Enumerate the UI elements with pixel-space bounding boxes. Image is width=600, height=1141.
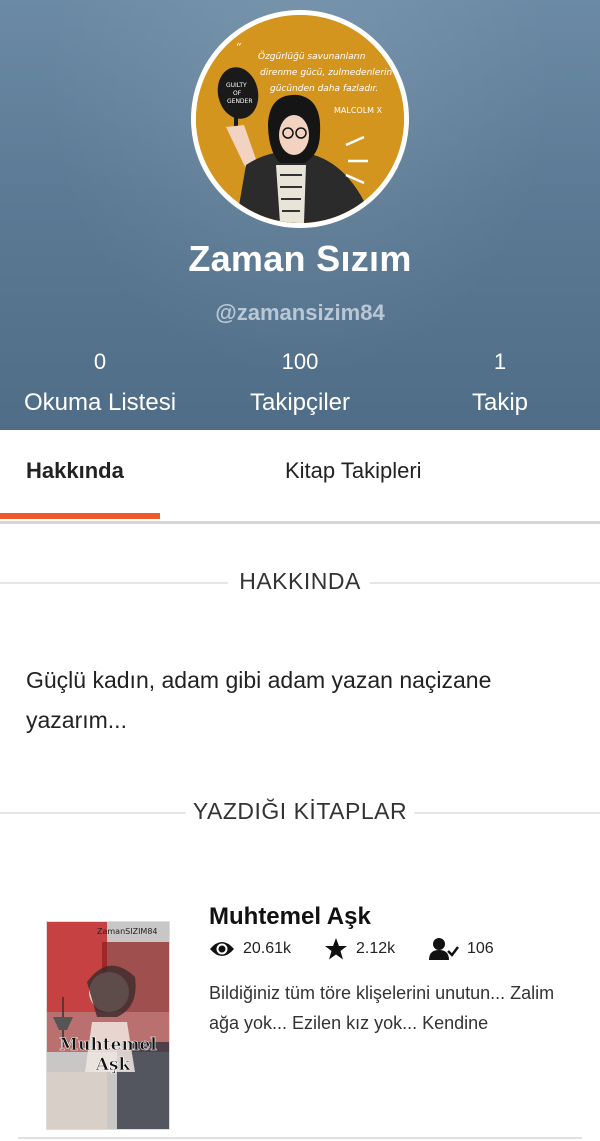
avatar[interactable]: “ Özgürlüğü savunanların direnme gücü, z…: [191, 10, 409, 228]
about-text: Güçlü kadın, adam gibi adam yazan naçiza…: [26, 667, 492, 733]
votes-count: 2.12k: [356, 940, 396, 957]
stat-label: Okuma Listesi: [23, 389, 177, 416]
tabs-divider: [0, 521, 600, 524]
svg-text:“: “: [236, 41, 242, 54]
book-cover-title-line2: Aşk: [95, 1055, 132, 1075]
stat-followers[interactable]: 100 Takipçiler: [200, 348, 400, 418]
book-description: Bildiğiniz tüm töre klişelerini unutun..…: [209, 983, 555, 1033]
star-icon: [325, 938, 347, 960]
avatar-quote-line1: Özgürlüğü savunanların: [258, 51, 366, 62]
book-title[interactable]: Muhtemel Aşk: [209, 903, 371, 931]
list-divider: [18, 1137, 582, 1139]
book-cover[interactable]: ZamanSIZIM84 Muhtemel Aşk: [47, 922, 169, 1129]
divider-right: [370, 582, 600, 584]
svg-text:OF: OF: [233, 90, 242, 97]
display-name: Zaman Sızım: [188, 238, 412, 279]
divider-right: [414, 812, 600, 814]
username: @zamansizim84: [215, 300, 385, 325]
tab-book-follows[interactable]: Kitap Takipleri: [285, 458, 422, 484]
stat-label: Takip: [471, 389, 529, 416]
avatar-author: MALCOLM X: [334, 106, 383, 115]
profile-header: “ Özgürlüğü savunanların direnme gücü, z…: [0, 0, 600, 430]
stat-reading-lists[interactable]: 0 Okuma Listesi: [0, 348, 200, 418]
stat-value: 100: [281, 349, 319, 374]
books-section-header: YAZDIĞI KİTAPLAR: [0, 798, 600, 828]
avatar-quote-line3: gücünden daha fazladır.: [270, 84, 378, 94]
votes-stat: 2.12k: [324, 935, 395, 963]
eye-icon: [210, 942, 234, 956]
svg-text:GENDER: GENDER: [227, 98, 253, 105]
stat-value: 1: [493, 349, 507, 374]
stat-label: Takipçiler: [249, 389, 351, 416]
user-check-icon: [429, 938, 459, 960]
reads-stat: 20.61k: [209, 935, 291, 963]
avatar-sign: GUILTY: [226, 82, 247, 89]
stat-value: 0: [93, 349, 107, 374]
profile-tabs: Hakkında Kitap Takipleri: [0, 430, 600, 524]
stat-following[interactable]: 1 Takip: [400, 348, 600, 418]
book-cover-author: ZamanSIZIM84: [97, 927, 158, 936]
followers-count: 106: [467, 940, 494, 957]
avatar-quote-line2: direnme gücü, zulmedenlerin: [260, 68, 393, 78]
about-section-header: HAKKINDA: [0, 568, 600, 598]
tab-about[interactable]: Hakkında: [26, 458, 124, 484]
followers-stat: 106: [429, 935, 494, 963]
book-cover-title-line1: Muhtemel: [59, 1035, 157, 1055]
reads-count: 20.61k: [243, 940, 292, 957]
active-tab-indicator: [0, 513, 160, 519]
